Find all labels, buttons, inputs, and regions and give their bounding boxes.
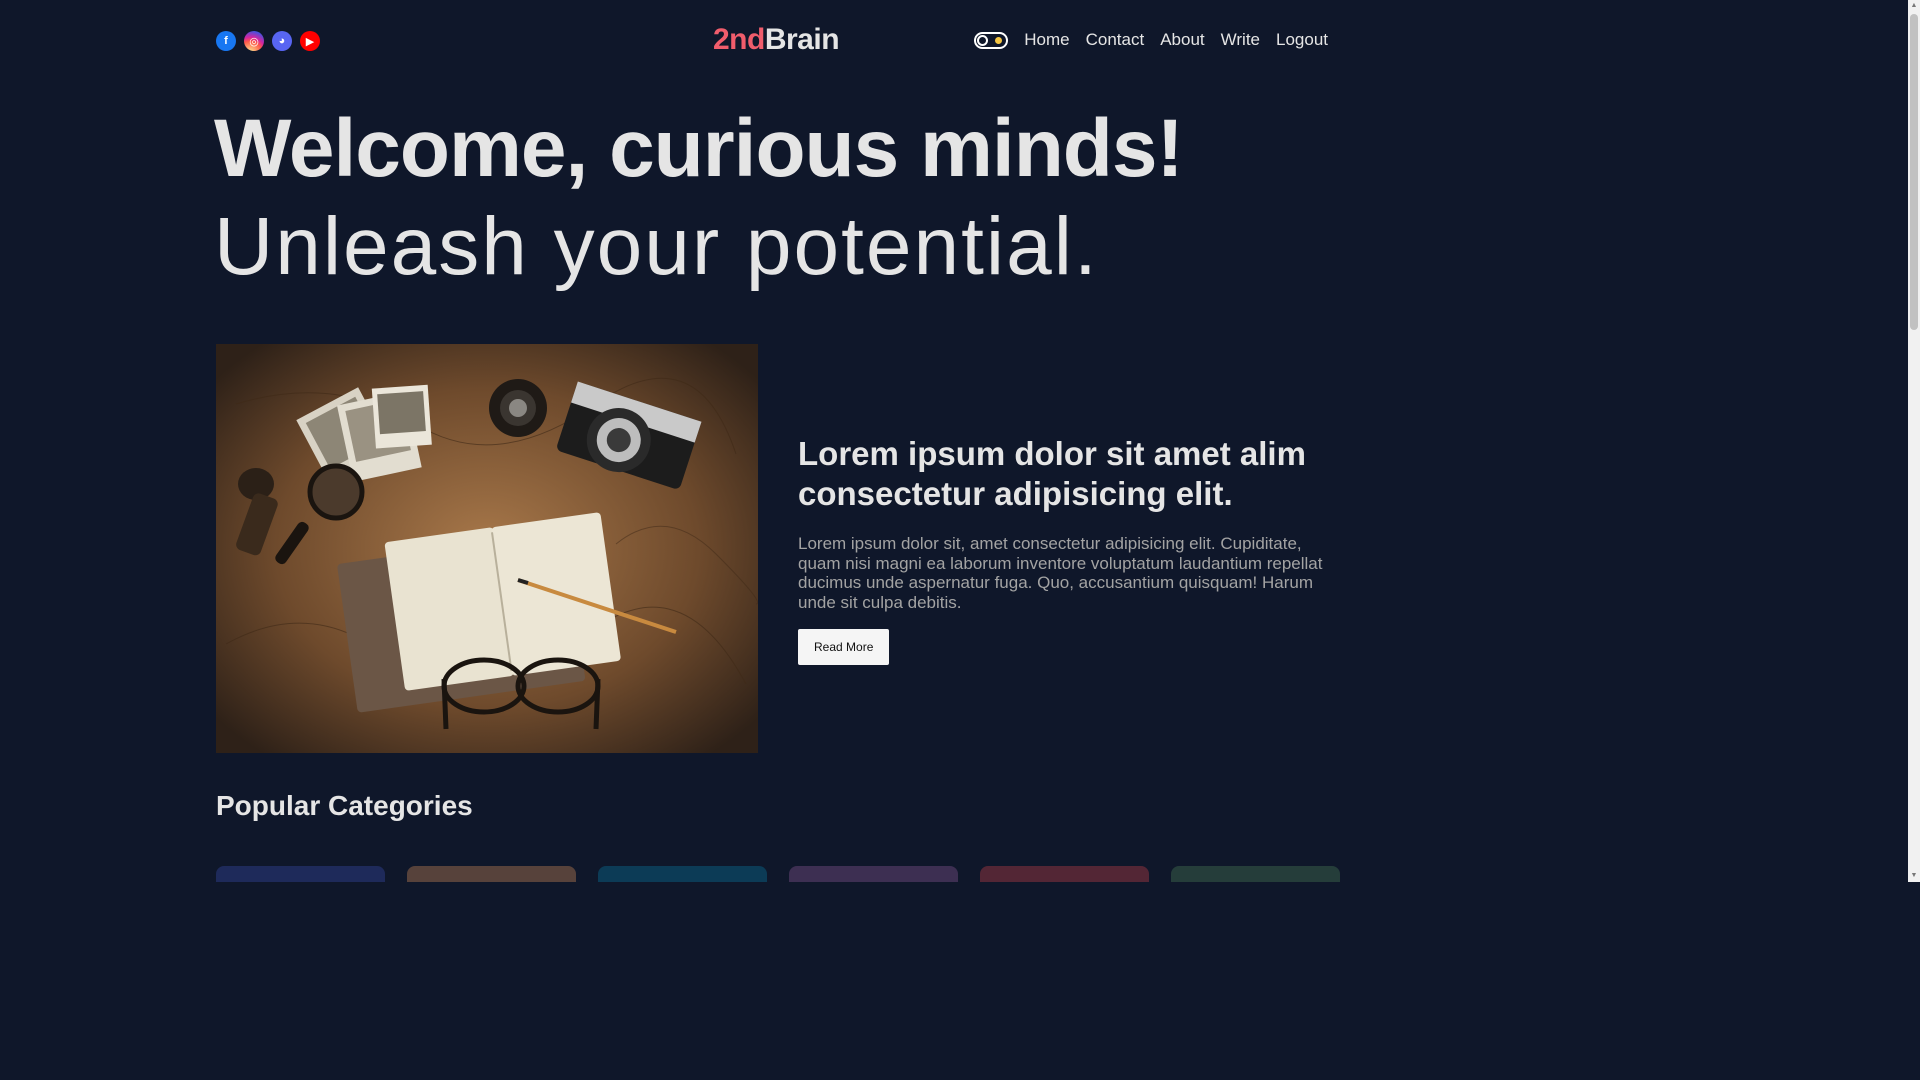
main-nav: Home Contact About Write Logout	[974, 30, 1328, 50]
discord-icon[interactable]: ◕	[272, 31, 292, 51]
photo-image	[216, 344, 758, 753]
navbar: f ◎ ◕ ▶ 2ndBrain Home Contact About Writ…	[216, 20, 1328, 62]
youtube-icon[interactable]: ▶	[300, 31, 320, 51]
nav-home[interactable]: Home	[1024, 30, 1069, 50]
toggle-knob	[977, 34, 989, 46]
scroll-down-icon[interactable]: ▼	[1908, 870, 1920, 882]
category-card[interactable]	[1171, 866, 1340, 882]
instagram-icon[interactable]: ◎	[244, 31, 264, 51]
category-card[interactable]	[598, 866, 767, 882]
featured-image[interactable]	[216, 344, 758, 753]
hero-subtitle: Unleash your potential.	[214, 201, 1099, 292]
scroll-up-icon[interactable]: ▲	[1908, 0, 1920, 12]
hero-title: Welcome, curious minds!	[214, 103, 1184, 194]
category-card[interactable]	[789, 866, 958, 882]
site-logo[interactable]: 2ndBrain	[713, 23, 840, 57]
category-card[interactable]	[407, 866, 576, 882]
logo-rest: Brain	[764, 23, 840, 56]
category-card[interactable]	[216, 866, 385, 882]
featured-title: Lorem ipsum dolor sit amet alim consecte…	[798, 435, 1306, 512]
categories-title: Popular Categories	[216, 790, 473, 821]
facebook-icon[interactable]: f	[216, 31, 236, 51]
theme-toggle[interactable]	[974, 31, 1009, 49]
nav-write[interactable]: Write	[1221, 30, 1260, 50]
read-more-button[interactable]: Read More	[798, 628, 890, 665]
categories-list	[216, 866, 1340, 882]
social-links: f ◎ ◕ ▶	[216, 31, 320, 51]
nav-contact[interactable]: Contact	[1086, 30, 1145, 50]
page: f ◎ ◕ ▶ 2ndBrain Home Contact About Writ…	[0, 0, 1556, 882]
scrollbar-thumb[interactable]	[1910, 14, 1918, 330]
featured-description: Lorem ipsum dolor sit, amet consectetur …	[798, 534, 1323, 613]
nav-logout[interactable]: Logout	[1276, 30, 1328, 50]
featured-post: Lorem ipsum dolor sit amet alim consecte…	[798, 434, 1338, 665]
logo-accent: 2nd	[713, 23, 765, 56]
sun-icon	[995, 36, 1003, 44]
vertical-scrollbar[interactable]: ▲ ▼	[1908, 0, 1920, 882]
category-card[interactable]	[980, 866, 1149, 882]
nav-about[interactable]: About	[1160, 30, 1204, 50]
